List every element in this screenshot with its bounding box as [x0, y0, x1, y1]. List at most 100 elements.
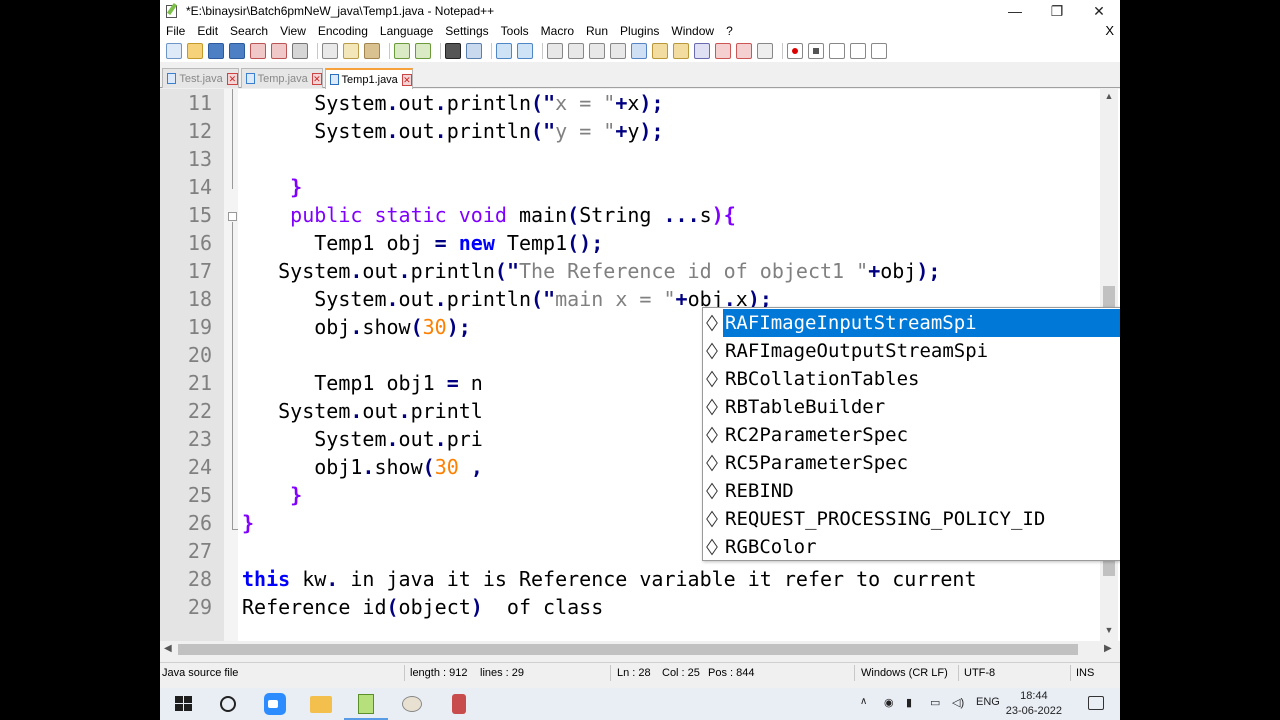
undo-icon[interactable] [394, 43, 410, 59]
autocomplete-popup[interactable]: ▲ ▼ RAFImageInputStreamSpiRAFImageOutput… [702, 307, 1120, 561]
close-document-button[interactable]: X [1105, 23, 1114, 38]
menu-run[interactable]: Run [580, 24, 614, 38]
document-map-icon[interactable] [673, 43, 689, 59]
code-line[interactable]: 29 Reference id(object) of class [160, 593, 1100, 621]
autocomplete-item[interactable]: RAFImageOutputStreamSpi [703, 337, 1120, 365]
eye-icon[interactable] [757, 43, 773, 59]
code-line[interactable]: 28 this kw. in java it is Reference varia… [160, 565, 1100, 593]
find-icon[interactable] [445, 43, 461, 59]
autocomplete-item[interactable]: RBCollationTables [703, 365, 1120, 393]
play-macro-icon[interactable] [829, 43, 845, 59]
sync-horizontal-icon[interactable] [568, 43, 584, 59]
close-file-icon[interactable] [250, 43, 266, 59]
tab-close-icon[interactable]: ✕ [226, 72, 238, 85]
line-number: 11 [187, 91, 212, 115]
redo-icon[interactable] [415, 43, 431, 59]
tab-close-icon[interactable]: ✕ [401, 73, 412, 86]
user-language-icon[interactable] [652, 43, 668, 59]
menu-view[interactable]: View [274, 24, 312, 38]
menu-settings[interactable]: Settings [439, 24, 494, 38]
open-file-icon[interactable] [187, 43, 203, 59]
paste-icon[interactable] [364, 43, 380, 59]
meet-now-icon[interactable]: ◉ [884, 696, 894, 709]
tab-temp-java[interactable]: Temp.java ✕ [241, 68, 323, 88]
windows-start-icon[interactable] [172, 692, 196, 716]
notification-center-icon[interactable] [1088, 696, 1104, 710]
code-line[interactable]: 11 System.out.println("x = "+x); [160, 89, 1100, 117]
monitoring-icon[interactable] [736, 43, 752, 59]
code-line[interactable]: 16 Temp1 obj = new Temp1(); [160, 229, 1100, 257]
scroll-left-arrow-icon[interactable]: ◀ [164, 643, 172, 654]
show-hidden-icons-icon[interactable]: ∧ [860, 696, 867, 707]
system-clock[interactable]: 18:44 23-06-2022 [1006, 689, 1062, 719]
tab-test-java[interactable]: Test.java ✕ [162, 68, 239, 88]
notepadpp-taskbar-icon[interactable] [344, 692, 388, 720]
show-all-chars-icon[interactable] [610, 43, 626, 59]
menu-edit[interactable]: Edit [191, 24, 224, 38]
database-app-icon[interactable] [447, 692, 471, 716]
scroll-down-arrow-icon[interactable]: ▼ [1100, 625, 1118, 641]
menu-bar: File Edit Search View Encoding Language … [160, 22, 1120, 40]
menu-file[interactable]: File [160, 24, 191, 38]
run-macro-multiple-icon[interactable] [850, 43, 866, 59]
code-line[interactable]: 12 System.out.println("y = "+y); [160, 117, 1100, 145]
zoom-in-icon[interactable] [496, 43, 512, 59]
network-icon[interactable]: ▭ [930, 696, 940, 709]
menu-plugins[interactable]: Plugins [614, 24, 665, 38]
cut-icon[interactable] [322, 43, 338, 59]
scroll-right-arrow-icon[interactable]: ▶ [1104, 643, 1112, 654]
line-number: 22 [187, 399, 212, 423]
sync-vertical-icon[interactable] [547, 43, 563, 59]
indent-guide-icon[interactable] [631, 43, 647, 59]
function-list-icon[interactable] [694, 43, 710, 59]
maximize-button[interactable]: ❐ [1036, 0, 1078, 22]
autocomplete-item[interactable]: RC5ParameterSpec [703, 449, 1120, 477]
cortana-search-icon[interactable] [216, 692, 240, 716]
keyboard-language[interactable]: ENG [976, 696, 1000, 708]
copy-icon[interactable] [343, 43, 359, 59]
autocomplete-item[interactable]: REQUEST_PROCESSING_POLICY_ID [703, 505, 1120, 533]
menu-help[interactable]: ? [720, 24, 739, 38]
zoom-app-icon[interactable] [263, 692, 287, 716]
word-wrap-icon[interactable] [589, 43, 605, 59]
paint-app-icon[interactable] [400, 692, 424, 716]
tab-temp1-java[interactable]: Temp1.java ✕ [325, 68, 413, 89]
minimize-button[interactable]: — [994, 0, 1036, 22]
replace-icon[interactable] [466, 43, 482, 59]
close-button[interactable]: ✕ [1078, 0, 1120, 22]
code-line[interactable]: 14 } [160, 173, 1100, 201]
autocomplete-item[interactable]: RGBColor [703, 533, 1120, 561]
file-explorer-icon[interactable] [309, 692, 333, 716]
code-line[interactable]: 13 [160, 145, 1100, 173]
code-line[interactable]: 17 System.out.println("The Reference id … [160, 257, 1100, 285]
horizontal-scroll-thumb[interactable] [178, 644, 1078, 655]
close-all-icon[interactable] [271, 43, 287, 59]
menu-search[interactable]: Search [224, 24, 274, 38]
code-line[interactable]: 15 public static void main(String ...s){ [160, 201, 1100, 229]
menu-language[interactable]: Language [374, 24, 439, 38]
menu-tools[interactable]: Tools [495, 24, 535, 38]
folder-as-workspace-icon[interactable] [715, 43, 731, 59]
record-macro-icon[interactable] [787, 43, 803, 59]
battery-icon[interactable]: ▮ [906, 696, 912, 709]
code-text: obj1.show(30 , [242, 455, 483, 479]
new-file-icon[interactable] [166, 43, 182, 59]
print-icon[interactable] [292, 43, 308, 59]
save-macro-icon[interactable] [871, 43, 887, 59]
autocomplete-item[interactable]: REBIND [703, 477, 1120, 505]
autocomplete-item[interactable]: RBTableBuilder [703, 393, 1120, 421]
horizontal-scrollbar[interactable]: ◀ ▶ [160, 641, 1118, 658]
volume-icon[interactable]: ◁) [952, 696, 964, 709]
menu-window[interactable]: Window [665, 24, 720, 38]
tab-close-icon[interactable]: ✕ [311, 72, 322, 85]
menu-encoding[interactable]: Encoding [312, 24, 374, 38]
menu-macro[interactable]: Macro [535, 24, 580, 38]
zoom-out-icon[interactable] [517, 43, 533, 59]
save-icon[interactable] [208, 43, 224, 59]
stop-macro-icon[interactable] [808, 43, 824, 59]
save-all-icon[interactable] [229, 43, 245, 59]
scroll-up-arrow-icon[interactable]: ▲ [1100, 91, 1118, 107]
autocomplete-item[interactable]: RC2ParameterSpec [703, 421, 1120, 449]
autocomplete-item[interactable]: RAFImageInputStreamSpi [703, 309, 1120, 337]
autocomplete-item-label: RAFImageOutputStreamSpi [725, 340, 989, 362]
